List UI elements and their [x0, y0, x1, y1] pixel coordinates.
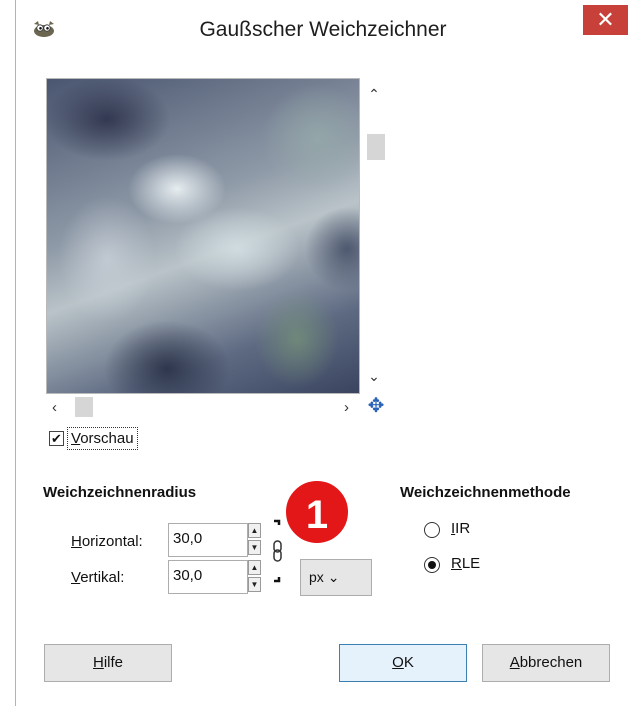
title-bar: Gaußscher Weichzeichner ✕	[16, 0, 629, 60]
close-button[interactable]: ✕	[583, 5, 628, 35]
decrement-icon[interactable]: ▼	[248, 577, 261, 592]
scroll-up-icon[interactable]: ⌃	[363, 86, 385, 103]
window-title: Gaußscher Weichzeichner	[199, 18, 447, 41]
vertical-scroll-thumb[interactable]	[367, 134, 385, 160]
blurred-preview-image	[47, 79, 359, 393]
method-section-title: Weichzeichnenmethode	[400, 484, 571, 501]
increment-icon[interactable]: ▲	[248, 523, 261, 538]
ok-button[interactable]: OK	[339, 644, 467, 682]
increment-icon[interactable]: ▲	[248, 560, 261, 575]
vertical-input[interactable]: 30,0	[168, 560, 248, 594]
navigate-move-icon[interactable]: ✥	[365, 395, 387, 417]
radio-rle-label[interactable]: RLE	[451, 555, 480, 572]
help-button[interactable]: Hilfe	[44, 644, 172, 682]
horizontal-input[interactable]: 30,0	[168, 523, 248, 557]
horizontal-scrollbar[interactable]: ‹ ›	[46, 397, 360, 419]
radio-iir[interactable]	[424, 522, 440, 538]
annotation-badge: 1	[283, 478, 351, 546]
preview-area[interactable]	[46, 78, 360, 394]
horizontal-scroll-thumb[interactable]	[75, 397, 93, 417]
chain-link-icon[interactable]	[271, 517, 285, 587]
vertical-scrollbar[interactable]: ⌃ ⌄	[363, 78, 385, 394]
preview-checkbox[interactable]: ✔	[49, 431, 64, 446]
vertical-label: Vertikal:	[71, 569, 125, 586]
horizontal-label: Horizontal:	[71, 533, 143, 550]
gaussian-blur-dialog: Gaußscher Weichzeichner ✕ ⌃ ⌄ ‹ › ✥ ✔ Vo…	[15, 0, 629, 706]
chevron-down-icon: ⌄	[327, 569, 340, 585]
radio-rle[interactable]	[424, 557, 440, 573]
scroll-right-icon[interactable]: ›	[344, 399, 349, 416]
vertical-stepper[interactable]: ▲ ▼	[248, 560, 263, 594]
unit-select[interactable]: px ⌄	[300, 559, 372, 596]
preview-checkbox-label[interactable]: Vorschau	[67, 427, 138, 450]
scroll-down-icon[interactable]: ⌄	[363, 368, 385, 385]
dialog-content: ⌃ ⌄ ‹ › ✥ ✔ Vorschau Weichzeichnenradius…	[16, 60, 629, 706]
decrement-icon[interactable]: ▼	[248, 540, 261, 555]
horizontal-stepper[interactable]: ▲ ▼	[248, 523, 263, 557]
cancel-button[interactable]: Abbrechen	[482, 644, 610, 682]
scroll-left-icon[interactable]: ‹	[52, 399, 57, 416]
radius-section-title: Weichzeichnenradius	[43, 484, 197, 501]
radio-iir-label[interactable]: IIR	[451, 520, 470, 537]
